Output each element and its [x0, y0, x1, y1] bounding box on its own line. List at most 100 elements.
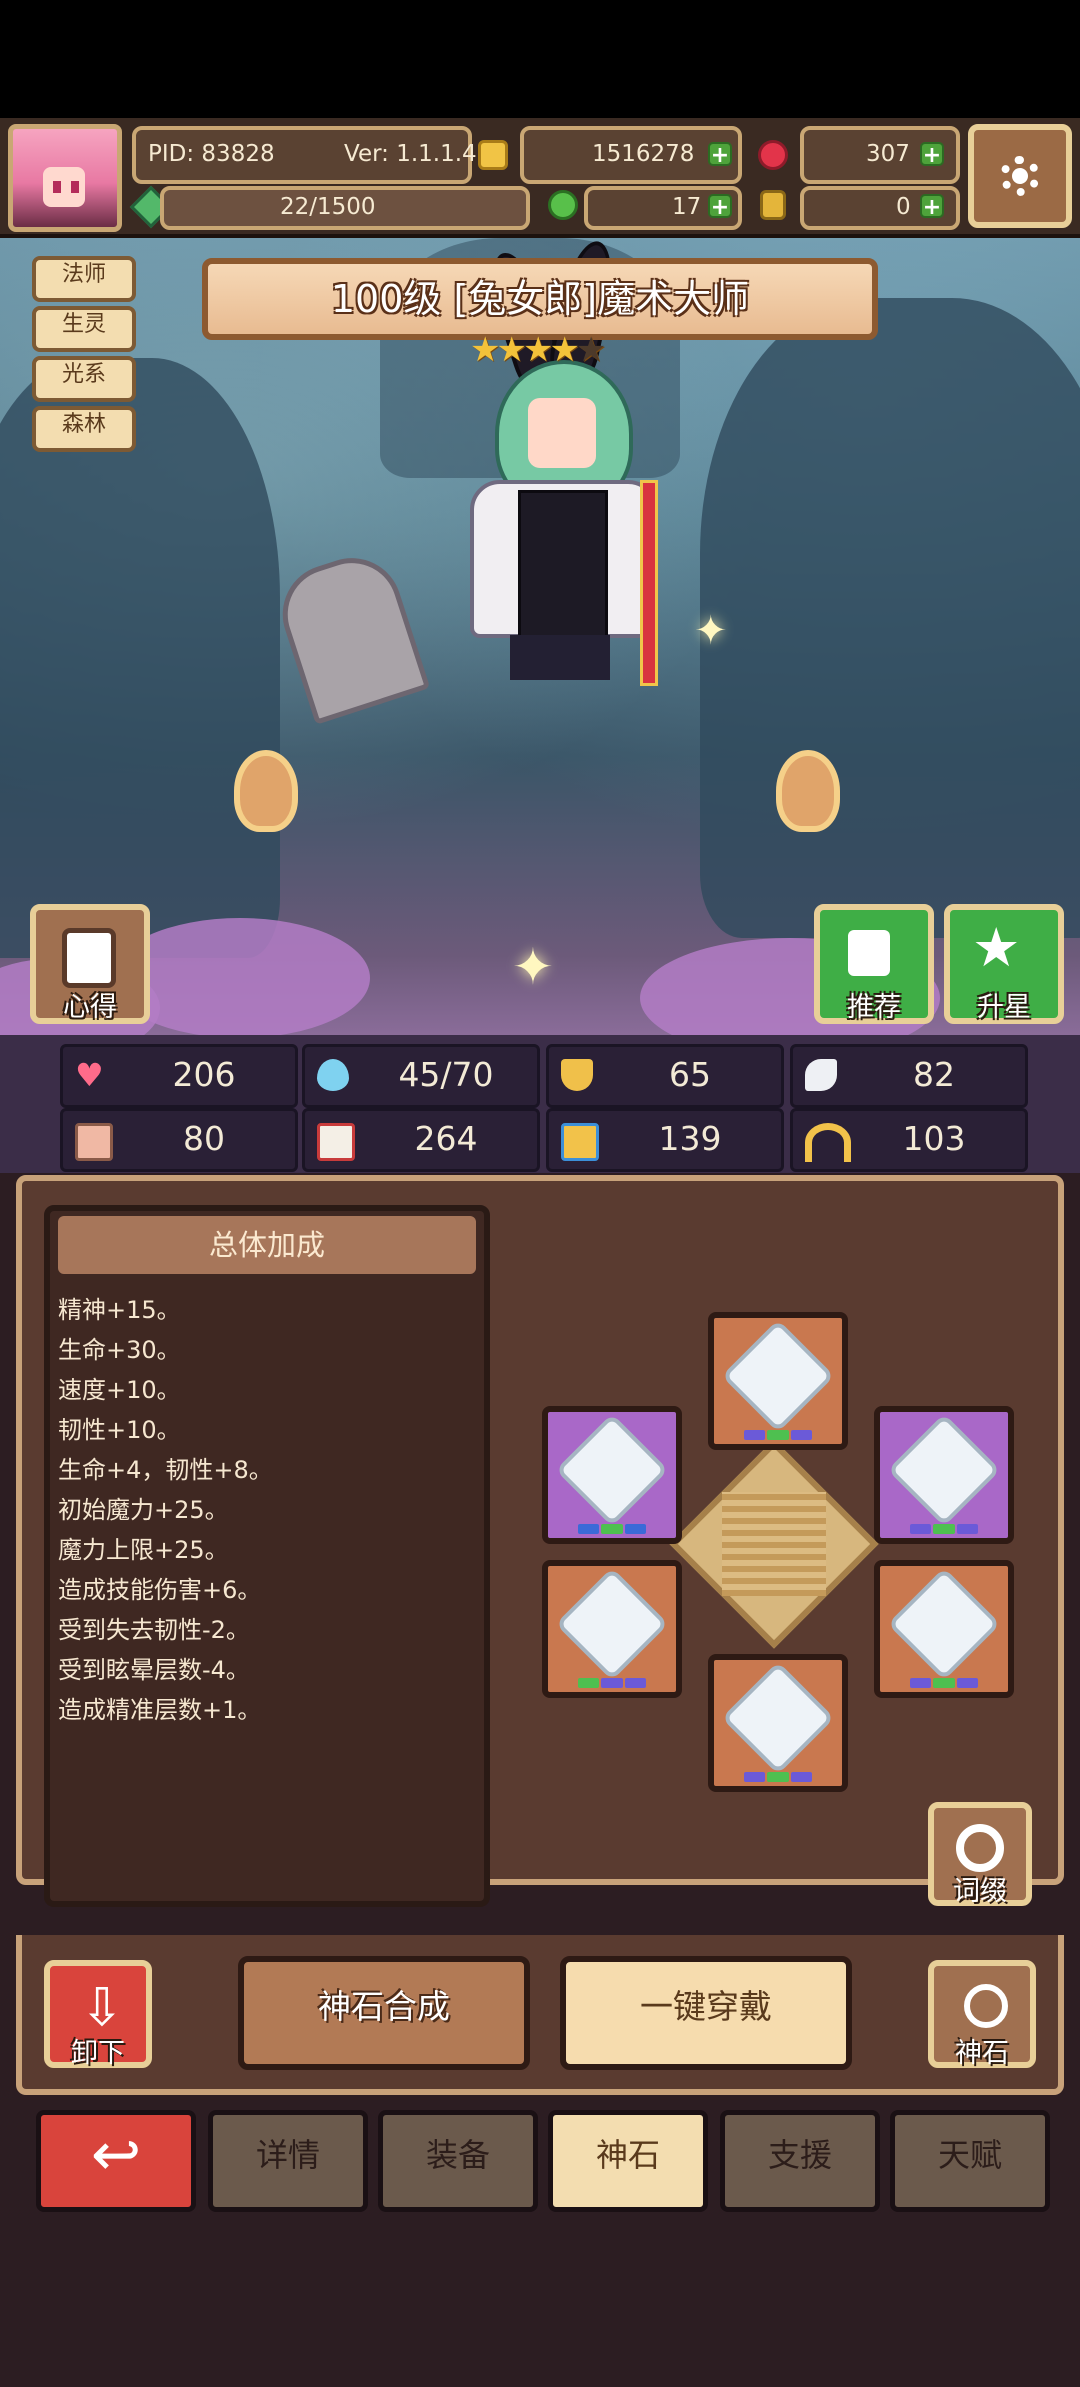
insight-label: 心得 — [63, 992, 117, 1023]
bonus-line: 受到失去韧性-2。 — [58, 1616, 250, 1644]
recommend-button[interactable]: 推荐 — [814, 904, 934, 1024]
amber-orb-left — [234, 750, 298, 832]
gold-value: 1516278 — [592, 141, 695, 167]
one-click-equip-button[interactable]: 一键穿戴 — [560, 1956, 852, 2070]
crystal-icon — [887, 1413, 1001, 1527]
bottle-value: 0 — [896, 194, 911, 220]
slot-level-dots — [578, 1524, 646, 1534]
avatar-eye — [71, 181, 79, 193]
gem-slot-lower-right[interactable] — [874, 1560, 1014, 1698]
stat-value: 264 — [414, 1119, 478, 1158]
star-empty-icon: ★ — [575, 330, 607, 370]
tag-class: 法师 — [32, 256, 136, 302]
star-up-button[interactable]: ★ 升星 — [944, 904, 1064, 1024]
stat-luck: 103 — [790, 1108, 1028, 1172]
slot-level-dots — [744, 1430, 812, 1440]
potion-bottle-icon — [760, 190, 786, 220]
synthesize-button[interactable]: 神石合成 — [238, 1956, 530, 2070]
magic-cane — [640, 480, 658, 686]
bonus-line: 韧性+10。 — [58, 1416, 181, 1444]
wing-icon — [805, 1059, 837, 1091]
crystal-icon — [555, 1413, 669, 1527]
stat-defense: 65 — [546, 1044, 784, 1108]
affix-button[interactable]: 词缀 — [928, 1802, 1032, 1907]
tab-support[interactable]: 支援 — [720, 2110, 880, 2212]
mana-drop-icon — [317, 1059, 349, 1091]
gear-center — [1012, 168, 1028, 184]
gemstone-label: 神石 — [955, 2038, 1009, 2069]
gem-slot-lower-left[interactable] — [542, 1560, 682, 1698]
unequip-button[interactable]: ⇩ 卸下 — [44, 1960, 152, 2069]
star-rating: ★★★★★ — [470, 330, 610, 370]
stat-speed: 82 — [790, 1044, 1028, 1108]
tab-details[interactable]: 详情 — [208, 2110, 368, 2212]
tag-element: 光系 — [32, 356, 136, 402]
scroll-icon — [62, 928, 116, 988]
slot-level-dots — [578, 1678, 646, 1688]
bonus-line: 精神+15。 — [58, 1296, 181, 1324]
bonus-line: 造成精准层数+1。 — [58, 1696, 262, 1724]
tab-gemstone[interactable]: 神石 — [548, 2110, 708, 2212]
back-arrow-icon: ↩ — [90, 2120, 142, 2190]
star-icon: ★★★★ — [470, 330, 580, 370]
recommend-label: 推荐 — [847, 992, 901, 1023]
gem-slot-upper-right[interactable] — [874, 1406, 1014, 1544]
gem-slot-bottom[interactable] — [708, 1654, 848, 1792]
slot-level-dots — [910, 1678, 978, 1688]
slot-level-dots — [910, 1524, 978, 1534]
ruby-value: 307 — [866, 141, 910, 167]
crystal-icon — [555, 1567, 669, 1681]
add-bottle-button[interactable]: + — [920, 194, 944, 220]
player-avatar[interactable] — [8, 124, 122, 232]
thumbs-up-icon — [848, 930, 890, 976]
gold-coin-icon — [478, 140, 508, 170]
sparkle-icon: ✦ — [512, 938, 554, 996]
stat-mana: 45/70 — [302, 1044, 540, 1108]
insight-button[interactable]: 心得 — [30, 904, 150, 1024]
back-button[interactable]: ↩ — [36, 2110, 196, 2212]
stat-agility: 139 — [546, 1108, 784, 1172]
horseshoe-icon — [805, 1123, 851, 1162]
amber-orb-right — [776, 750, 840, 832]
bonus-line: 造成技能伤害+6。 — [58, 1576, 262, 1604]
crystal-icon — [721, 1661, 835, 1775]
add-gold-button[interactable]: + — [708, 142, 732, 168]
star-icon: ★ — [972, 916, 1021, 979]
settings-button[interactable] — [968, 124, 1072, 228]
affix-label: 词缀 — [953, 1876, 1007, 1907]
add-clover-button[interactable]: + — [708, 194, 732, 220]
bonus-line: 生命+4，韧性+8。 — [58, 1456, 273, 1484]
add-ruby-button[interactable]: + — [920, 142, 944, 168]
tab-equipment[interactable]: 装备 — [378, 2110, 538, 2212]
shield-icon — [561, 1059, 593, 1091]
stat-magic: 264 — [302, 1108, 540, 1172]
hero-outfit — [518, 490, 608, 646]
gem-slot-upper-left[interactable] — [542, 1406, 682, 1544]
gem-slot-top[interactable] — [708, 1312, 848, 1450]
action-bar — [16, 1935, 1064, 2095]
clover-value: 17 — [672, 194, 702, 220]
crystal-icon — [887, 1567, 1001, 1681]
stat-value: 45/70 — [398, 1055, 494, 1094]
bonus-line: 魔力上限+25。 — [58, 1536, 229, 1564]
gemstone-button[interactable]: 神石 — [928, 1960, 1036, 2069]
star-up-label: 升星 — [977, 992, 1031, 1023]
tab-talent[interactable]: 天赋 — [890, 2110, 1050, 2212]
stat-value: 82 — [913, 1055, 955, 1094]
tag-race: 生灵 — [32, 306, 136, 352]
hero-boots — [510, 635, 610, 680]
avatar-eye — [53, 181, 61, 193]
bonus-header: 总体加成 — [58, 1216, 476, 1274]
stat-value: 80 — [183, 1119, 225, 1158]
bonus-list: 精神+15。 生命+30。 速度+10。 韧性+10。 生命+4，韧性+8。 初… — [58, 1290, 478, 1730]
gem-socket-grid — [722, 1492, 826, 1596]
stat-value: 103 — [902, 1119, 966, 1158]
player-id: PID: 83828 — [148, 141, 275, 167]
boot-icon — [561, 1123, 599, 1161]
game-version: Ver: 1.1.1.4 — [344, 141, 477, 167]
hero-face — [528, 398, 596, 468]
bonus-line: 受到眩晕层数-4。 — [58, 1656, 250, 1684]
crystal-icon — [721, 1319, 835, 1433]
gemstone-orb-icon — [964, 1984, 1008, 2028]
slot-level-dots — [744, 1772, 812, 1782]
